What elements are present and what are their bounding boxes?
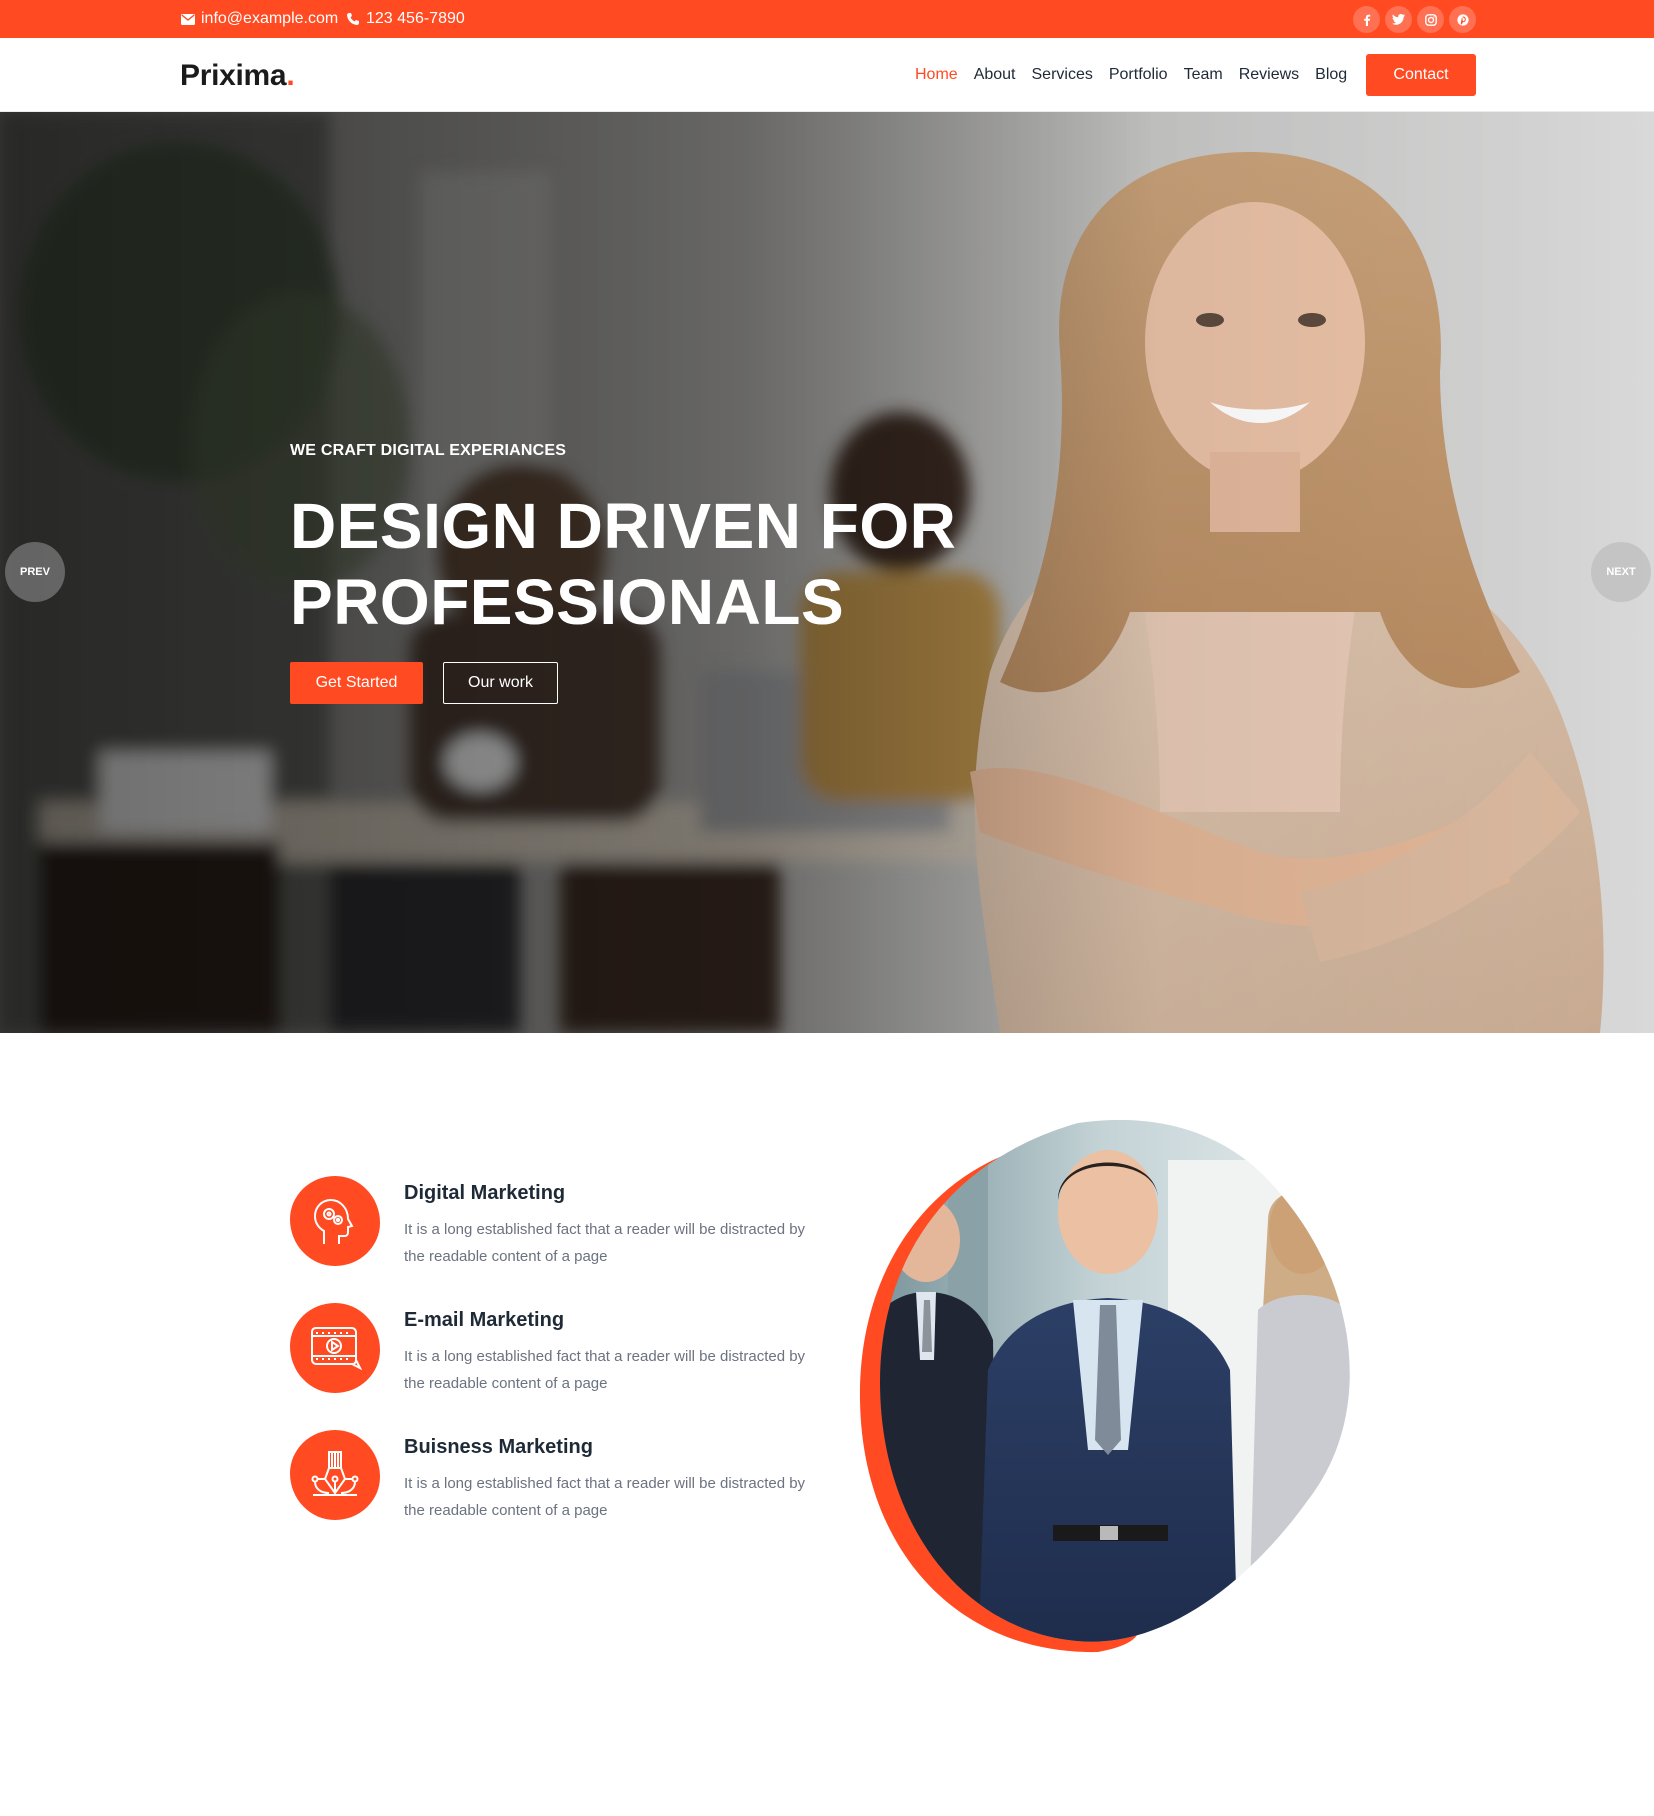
pen-tool-icon	[311, 1451, 359, 1496]
service-description: It is a long established fact that a rea…	[404, 1221, 806, 1265]
video-film-icon	[311, 1327, 362, 1371]
service-icon-badge	[290, 1176, 380, 1266]
contact-phone-text: 123 456-7890	[366, 10, 465, 27]
nav-reviews[interactable]: Reviews	[1239, 66, 1299, 84]
service-item: Digital Marketing It is a long establish…	[290, 1176, 820, 1286]
hero-title-line-2: PROFESSIONALS	[290, 566, 845, 638]
nav-home[interactable]: Home	[915, 66, 958, 84]
slider-next-button[interactable]: NEXT	[1591, 542, 1651, 602]
nav-services[interactable]: Services	[1032, 66, 1093, 84]
logo-dot: .	[286, 59, 295, 92]
instagram-icon[interactable]	[1417, 6, 1444, 33]
get-started-button[interactable]: Get Started	[290, 662, 423, 704]
service-item: E-mail Marketing It is a long establishe…	[290, 1303, 820, 1413]
mail-icon	[181, 13, 195, 25]
facebook-icon[interactable]	[1353, 6, 1380, 33]
nav-about[interactable]: About	[974, 66, 1016, 84]
service-description: It is a long established fact that a rea…	[404, 1475, 806, 1519]
site-logo[interactable]: Prixima.	[180, 59, 295, 93]
hero-title: DESIGN DRIVEN FOR PROFESSIONALS	[290, 488, 956, 640]
service-title: Buisness Marketing	[404, 1436, 593, 1458]
hero-kicker: WE CRAFT DIGITAL EXPERIANCES	[290, 442, 567, 459]
top-bar: info@example.com 123 456-7890	[0, 0, 1654, 38]
service-icon-badge	[290, 1430, 380, 1520]
pinterest-icon[interactable]	[1449, 6, 1476, 33]
service-item: Buisness Marketing It is a long establis…	[290, 1430, 820, 1540]
service-title: Digital Marketing	[404, 1182, 566, 1204]
hero-title-line-1: DESIGN DRIVEN FOR	[290, 490, 957, 562]
service-description: It is a long established fact that a rea…	[404, 1348, 806, 1392]
nav-blog[interactable]: Blog	[1315, 66, 1347, 84]
slider-prev-button[interactable]: PREV	[5, 542, 65, 602]
service-icon-badge	[290, 1303, 380, 1393]
contact-email-text: info@example.com	[201, 10, 339, 27]
nav-team[interactable]: Team	[1184, 66, 1223, 84]
hero-slider: PREV NEXT WE CRAFT DIGITAL EXPERIANCES D…	[0, 112, 1654, 1033]
main-nav: Home About Services Portfolio Team Revie…	[915, 66, 1347, 84]
team-photo	[838, 1120, 1368, 1660]
twitter-icon[interactable]	[1385, 6, 1412, 33]
phone-icon	[347, 13, 359, 25]
service-title: E-mail Marketing	[404, 1309, 565, 1331]
contact-phone[interactable]: 123 456-7890	[346, 10, 465, 28]
contact-email[interactable]: info@example.com	[181, 10, 338, 28]
our-work-button[interactable]: Our work	[443, 662, 558, 704]
brain-head-icon	[313, 1198, 354, 1244]
social-links	[1353, 6, 1476, 33]
contact-button[interactable]: Contact	[1366, 54, 1476, 96]
nav-portfolio[interactable]: Portfolio	[1109, 66, 1168, 84]
site-header: Prixima. Home About Services Portfolio T…	[0, 38, 1654, 112]
logo-text: Prixima	[180, 59, 287, 92]
